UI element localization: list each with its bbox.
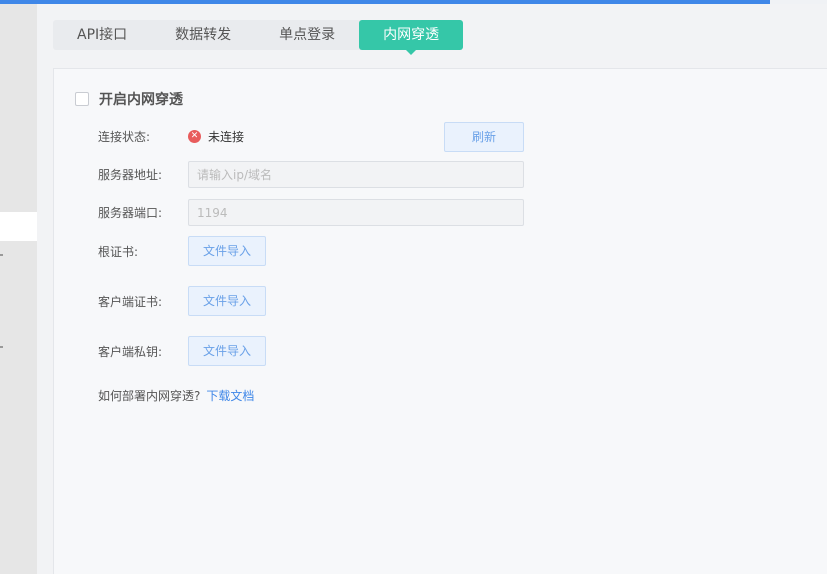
connection-status: ✕ 未连接 xyxy=(188,128,244,145)
main-content: API接口 数据转发 单点登录 内网穿透 开启内网穿透 连接状态: ✕ 未连接 … xyxy=(37,4,827,574)
client-key-import-button[interactable]: 文件导入 xyxy=(188,336,266,366)
tab-intranet-penetration[interactable]: 内网穿透 xyxy=(359,20,464,55)
connection-status-label: 连接状态: xyxy=(98,130,151,144)
client-cert-import-button[interactable]: 文件导入 xyxy=(188,286,266,316)
error-circle-icon: ✕ xyxy=(188,130,201,143)
sidebar-item-marker xyxy=(0,254,3,256)
enable-label: 开启内网穿透 xyxy=(99,92,183,108)
connection-status-row: 连接状态: ✕ 未连接 xyxy=(98,128,244,145)
enable-row: 开启内网穿透 xyxy=(75,89,183,109)
settings-panel: 开启内网穿透 连接状态: ✕ 未连接 刷新 服务器地址: 请输入ip/域名 服务… xyxy=(53,68,827,574)
download-doc-link[interactable]: 下载文档 xyxy=(206,389,254,403)
connection-status-text: 未连接 xyxy=(208,130,245,144)
client-cert-label: 客户端证书: xyxy=(98,294,163,309)
sidebar-active-item[interactable] xyxy=(0,212,37,241)
refresh-button[interactable]: 刷新 xyxy=(444,122,524,152)
server-port-row: 服务器端口: 1194 xyxy=(98,199,524,226)
server-port-input[interactable]: 1194 xyxy=(188,199,524,226)
root-cert-row: 根证书: 文件导入 xyxy=(98,236,266,266)
root-cert-import-button[interactable]: 文件导入 xyxy=(188,236,266,266)
help-question: 如何部署内网穿透? xyxy=(98,389,201,403)
tab-bar: API接口 数据转发 单点登录 内网穿透 xyxy=(53,20,464,55)
help-row: 如何部署内网穿透? 下载文档 xyxy=(98,387,254,404)
server-address-row: 服务器地址: 请输入ip/域名 xyxy=(98,161,524,188)
server-address-label: 服务器地址: xyxy=(98,168,163,182)
server-port-label: 服务器端口: xyxy=(98,206,163,220)
enable-checkbox[interactable] xyxy=(75,92,89,106)
server-address-input[interactable]: 请输入ip/域名 xyxy=(188,161,524,188)
tab-sso[interactable]: 单点登录 xyxy=(255,20,359,50)
tab-api[interactable]: API接口 xyxy=(53,20,151,50)
tab-data-forward[interactable]: 数据转发 xyxy=(151,20,255,50)
root-cert-label: 根证书: xyxy=(98,244,139,259)
left-sidebar xyxy=(0,4,37,574)
client-key-label: 客户端私钥: xyxy=(98,344,163,359)
client-key-row: 客户端私钥: 文件导入 xyxy=(98,336,266,366)
sidebar-item-marker xyxy=(0,346,3,348)
client-cert-row: 客户端证书: 文件导入 xyxy=(98,286,266,316)
